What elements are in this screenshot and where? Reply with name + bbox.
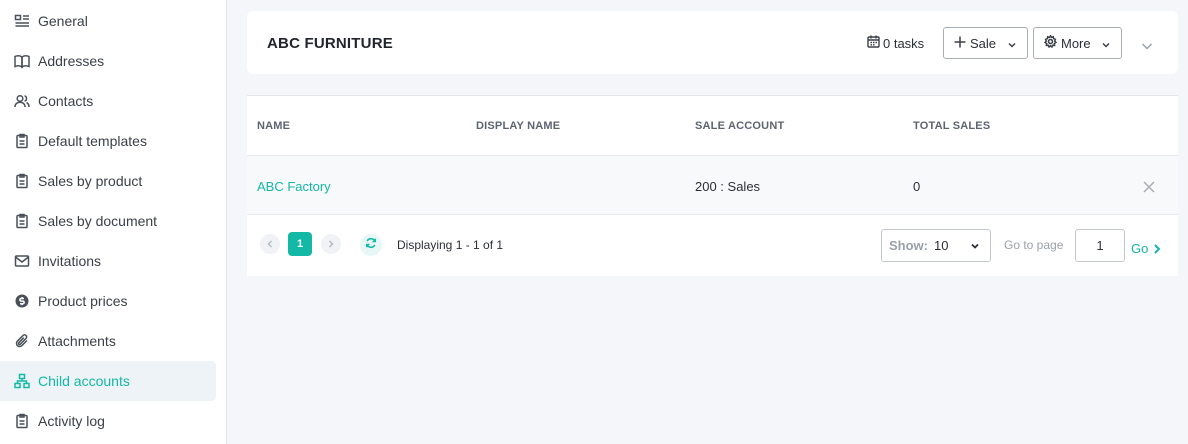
clipboard-icon — [14, 213, 30, 229]
sidebar-item-activity-log[interactable]: Activity log — [0, 401, 216, 441]
list-detail-icon — [14, 13, 30, 29]
account-header: ABC FURNITURE 0 tasks Sale More — [247, 11, 1178, 74]
sidebar-item-contacts[interactable]: Contacts — [0, 81, 216, 121]
chevron-down-icon — [1007, 38, 1017, 48]
sidebar-item-label: Activity log — [38, 413, 105, 429]
sidebar-item-child-accounts[interactable]: Child accounts — [0, 361, 216, 401]
sidebar-item-label: Contacts — [38, 93, 94, 109]
sidebar-item-label: General — [38, 13, 88, 29]
sidebar-item-product-prices[interactable]: Product prices — [0, 281, 216, 321]
page-size-label: Show: — [889, 238, 928, 253]
total-sales-cell: 0 — [913, 179, 921, 194]
paperclip-icon — [14, 333, 30, 349]
clipboard-icon — [14, 133, 30, 149]
account-name-link[interactable]: ABC Factory — [257, 179, 331, 194]
sale-button-label: Sale — [970, 35, 997, 51]
go-to-page-label: Go to page — [1004, 238, 1064, 252]
more-button-label: More — [1061, 35, 1091, 51]
child-accounts-table: NAME DISPLAY NAME SALE ACCOUNT TOTAL SAL… — [247, 95, 1178, 276]
page-size-select[interactable]: Show: 10 — [881, 229, 991, 262]
collapse-toggle-icon[interactable] — [1141, 38, 1153, 50]
previous-page-button[interactable] — [260, 234, 280, 254]
tasks-count: 0 tasks — [883, 35, 925, 51]
page-title: ABC FURNITURE — [267, 35, 393, 52]
tasks-link[interactable]: 0 tasks — [867, 35, 924, 51]
book-open-icon — [14, 53, 30, 69]
go-button[interactable]: Go — [1131, 241, 1161, 256]
column-header-display-name[interactable]: DISPLAY NAME — [476, 120, 560, 132]
chevron-left-icon — [266, 235, 274, 253]
go-button-label: Go — [1131, 241, 1149, 256]
refresh-icon — [365, 236, 377, 254]
sidebar-item-sales-by-product[interactable]: Sales by product — [0, 161, 216, 201]
dollar-circle-icon — [14, 293, 30, 309]
more-button[interactable]: More — [1033, 27, 1122, 59]
users-icon — [14, 93, 30, 109]
pagination-summary: Displaying 1 - 1 of 1 — [397, 238, 504, 252]
sidebar-item-label: Invitations — [38, 253, 102, 269]
sidebar-item-label: Addresses — [38, 53, 105, 69]
clipboard-icon — [14, 173, 30, 189]
add-sale-button[interactable]: Sale — [943, 27, 1028, 59]
sidebar-item-addresses[interactable]: Addresses — [0, 41, 216, 81]
chevron-right-icon — [1153, 243, 1161, 254]
sidebar-item-default-templates[interactable]: Default templates — [0, 121, 216, 161]
mail-icon — [14, 253, 30, 269]
next-page-button[interactable] — [321, 234, 341, 254]
gear-icon — [1043, 34, 1058, 51]
column-header-total-sales[interactable]: TOTAL SALES — [913, 120, 990, 132]
column-header-sale-account[interactable]: SALE ACCOUNT — [695, 120, 784, 132]
sidebar-item-label: Sales by document — [38, 213, 158, 229]
sale-account-cell: 200 : Sales — [695, 179, 761, 194]
go-to-page-input[interactable] — [1075, 229, 1125, 262]
page-size-value: 10 — [934, 238, 949, 253]
plus-icon — [954, 36, 966, 51]
chevron-down-icon — [970, 241, 980, 251]
table-row: ABC Factory 200 : Sales 0 — [247, 155, 1178, 215]
sidebar-item-general[interactable]: General — [0, 1, 216, 41]
close-icon[interactable] — [1143, 180, 1155, 193]
sidebar-item-sales-by-document[interactable]: Sales by document — [0, 201, 216, 241]
sidebar-item-label: Attachments — [38, 333, 116, 349]
column-header-name[interactable]: NAME — [257, 120, 290, 132]
sidebar: General Addresses Contacts Default templ… — [0, 0, 227, 444]
clipboard-icon — [14, 413, 30, 429]
sidebar-item-label: Child accounts — [38, 373, 130, 389]
page-number-button[interactable]: 1 — [288, 232, 312, 256]
chevron-right-icon — [327, 235, 335, 253]
sidebar-item-invitations[interactable]: Invitations — [0, 241, 216, 281]
sidebar-item-label: Default templates — [38, 133, 147, 149]
chevron-down-icon — [1101, 38, 1111, 48]
calendar-icon — [867, 35, 880, 51]
sidebar-item-label: Sales by product — [38, 173, 143, 189]
sidebar-item-label: Product prices — [38, 293, 128, 309]
hierarchy-icon — [14, 373, 30, 389]
sidebar-item-attachments[interactable]: Attachments — [0, 321, 216, 361]
refresh-button[interactable] — [360, 234, 382, 256]
